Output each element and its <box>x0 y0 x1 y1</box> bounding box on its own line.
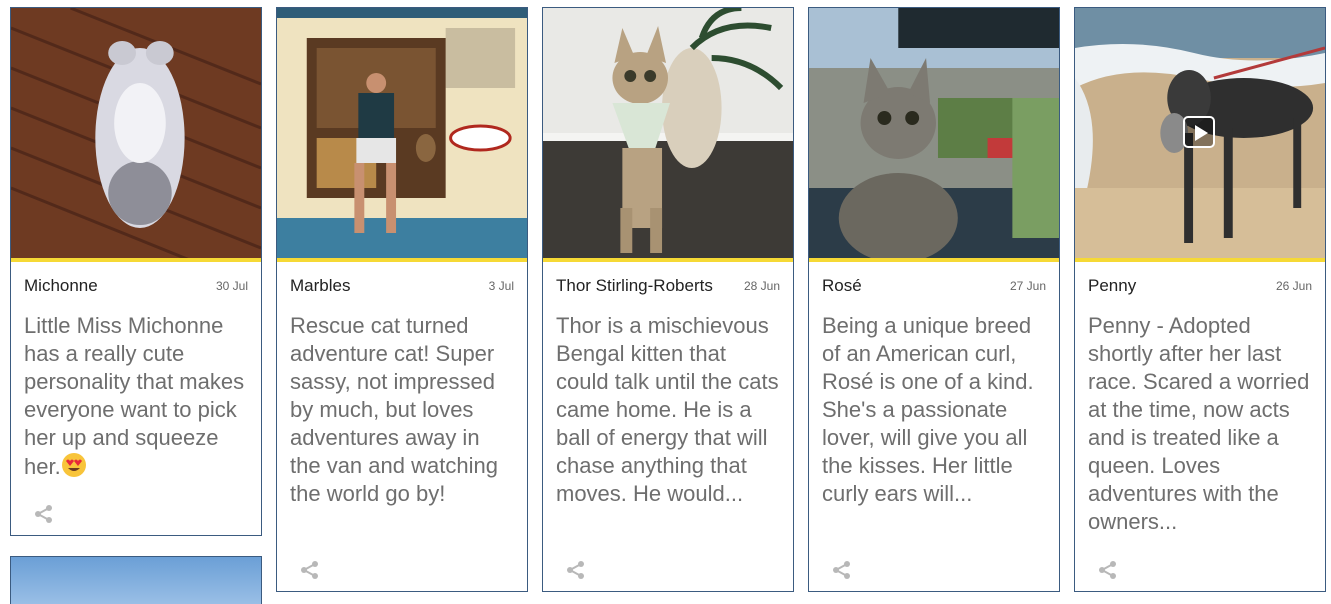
pet-card-michonne[interactable]: Michonne 30 Jul Little Miss Michonne has… <box>10 7 262 536</box>
pet-card-marbles[interactable]: Marbles 3 Jul Rescue cat turned adventur… <box>276 7 528 592</box>
post-date: 3 Jul <box>488 279 514 293</box>
post-date: 26 Jun <box>1275 279 1312 293</box>
post-date: 27 Jun <box>1009 279 1046 293</box>
pet-photo-man-in-van[interactable] <box>277 8 527 258</box>
share-icon[interactable] <box>1097 560 1119 580</box>
pet-description: Rescue cat turned adventure cat! Super s… <box>290 313 498 506</box>
pet-card-thor[interactable]: Thor Stirling-Roberts 28 Jun Thor is a m… <box>542 7 794 592</box>
pet-card-next-row[interactable] <box>10 556 262 604</box>
pet-card-penny[interactable]: Penny 26 Jun Penny - Adopted shortly aft… <box>1074 7 1326 592</box>
play-icon[interactable] <box>1183 116 1215 148</box>
pet-photo-cat-in-car[interactable] <box>809 8 1059 258</box>
pet-description: Being a unique breed of an American curl… <box>822 313 1034 506</box>
share-icon[interactable] <box>33 504 55 524</box>
pet-name[interactable]: Michonne <box>24 276 98 296</box>
pet-name[interactable]: Thor Stirling-Roberts <box>556 276 713 296</box>
post-date: 28 Jun <box>743 279 780 293</box>
pet-photo-bengal-kitten[interactable] <box>543 8 793 258</box>
pet-description-text: Little Miss Michonne has a really cute p… <box>24 313 245 479</box>
pet-description: Penny - Adopted shortly after her last r… <box>1088 313 1310 534</box>
pet-photo-cat-on-floor[interactable] <box>11 8 261 258</box>
pet-name[interactable]: Marbles <box>290 276 350 296</box>
pet-video-thumbnail-dog-on-beach[interactable] <box>1075 8 1325 258</box>
pet-name[interactable]: Penny <box>1088 276 1136 296</box>
pet-description: Little Miss Michonne has a really cute p… <box>11 302 261 482</box>
share-icon[interactable] <box>299 560 321 580</box>
pet-name[interactable]: Rosé <box>822 276 862 296</box>
heart-eyes-emoji-icon <box>61 452 87 478</box>
pet-photo-sky[interactable] <box>11 557 261 604</box>
pet-description: Thor is a mischievous Bengal kitten that… <box>556 313 779 506</box>
pet-card-rose[interactable]: Rosé 27 Jun Being a unique breed of an A… <box>808 7 1060 592</box>
share-icon[interactable] <box>565 560 587 580</box>
share-icon[interactable] <box>831 560 853 580</box>
post-date: 30 Jul <box>215 279 248 293</box>
